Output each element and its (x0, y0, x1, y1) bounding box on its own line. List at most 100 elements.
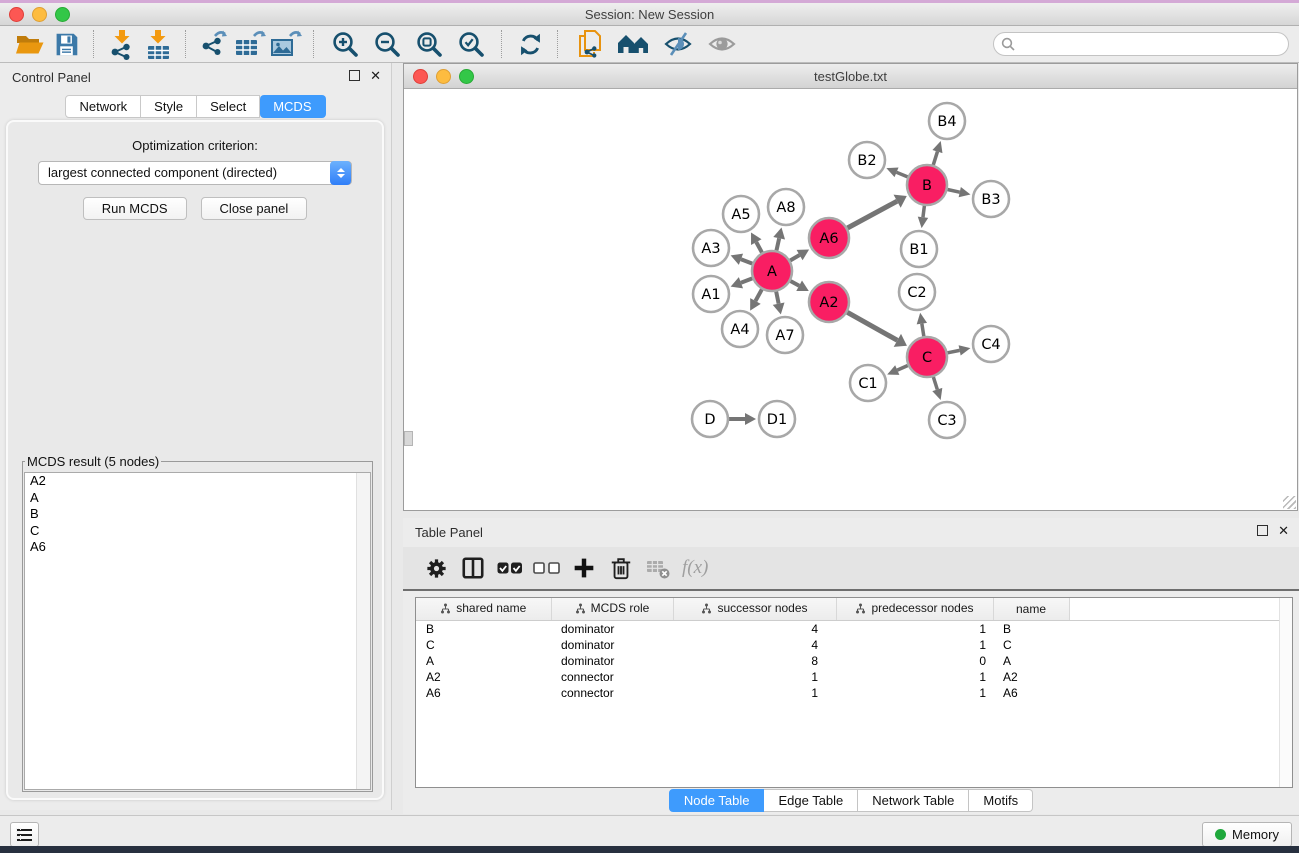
tab-mcds[interactable]: MCDS (260, 95, 325, 118)
show-all-button[interactable] (700, 28, 744, 60)
column-header-shared-name[interactable]: shared name (416, 598, 551, 621)
table-settings-button[interactable] (421, 553, 451, 583)
graph-edge-C-C4[interactable] (948, 350, 960, 352)
graph-node-A8[interactable]: A8 (768, 189, 804, 225)
float-panel-icon[interactable] (349, 70, 360, 81)
mcds-result-item[interactable]: A (25, 490, 370, 507)
column-header-predecessor-nodes[interactable]: predecessor nodes (836, 598, 993, 621)
tab-edge-table[interactable]: Edge Table (764, 789, 858, 812)
graph-node-B3[interactable]: B3 (973, 181, 1009, 217)
graph-node-A4[interactable]: A4 (722, 311, 758, 347)
mcds-result-item[interactable]: B (25, 506, 370, 523)
graph-node-A7[interactable]: A7 (767, 317, 803, 353)
tab-motifs[interactable]: Motifs (969, 789, 1033, 812)
graph-edge-A6-B[interactable] (847, 201, 897, 228)
column-header-name[interactable]: name (993, 598, 1069, 621)
memory-button[interactable]: Memory (1202, 822, 1292, 847)
graph-node-B[interactable]: B (907, 165, 947, 205)
graph-node-A3[interactable]: A3 (693, 230, 729, 266)
run-mcds-button[interactable]: Run MCDS (83, 197, 187, 220)
graph-node-B2[interactable]: B2 (849, 142, 885, 178)
graph-edge-A-A6[interactable] (790, 255, 799, 260)
graph-edge-A2-C[interactable] (847, 312, 897, 340)
delete-table-button[interactable] (643, 553, 673, 583)
graph-node-C4[interactable]: C4 (973, 326, 1009, 362)
export-image-button[interactable] (268, 28, 304, 60)
create-new-column-button[interactable] (569, 553, 599, 583)
graph-node-A6[interactable]: A6 (809, 218, 849, 258)
graph-node-D1[interactable]: D1 (759, 401, 795, 437)
show-columns-button[interactable] (458, 553, 488, 583)
first-neighbors-button[interactable] (612, 28, 656, 60)
panel-resize-handle[interactable] (404, 431, 413, 446)
graph-node-C1[interactable]: C1 (850, 365, 886, 401)
export-network-button[interactable] (196, 28, 232, 60)
graph-node-B1[interactable]: B1 (901, 231, 937, 267)
graph-edge-A-A8[interactable] (776, 238, 779, 250)
graph-edge-C-C2[interactable] (922, 324, 924, 337)
mcds-result-item[interactable]: A2 (25, 473, 370, 490)
graph-node-A2[interactable]: A2 (809, 282, 849, 322)
graph-edge-A-A7[interactable] (776, 292, 778, 304)
open-file-button[interactable] (12, 28, 48, 60)
graph-edge-B-B2[interactable] (897, 172, 908, 177)
zoom-selected-button[interactable] (450, 28, 492, 60)
zoom-out-button[interactable] (366, 28, 408, 60)
tab-network-table[interactable]: Network Table (858, 789, 969, 812)
table-row[interactable]: Bdominator41B (416, 621, 1284, 638)
graph-edge-A-A2[interactable] (790, 281, 799, 286)
import-network-button[interactable] (104, 28, 140, 60)
delete-columns-button[interactable] (606, 553, 636, 583)
tab-node-table[interactable]: Node Table (669, 789, 765, 812)
import-table-button[interactable] (140, 28, 176, 60)
tab-select[interactable]: Select (197, 95, 260, 118)
graph-node-C2[interactable]: C2 (899, 274, 935, 310)
show-panels-menu-button[interactable] (10, 822, 39, 847)
graph-edge-B-B3[interactable] (948, 189, 960, 192)
zoom-in-button[interactable] (324, 28, 366, 60)
graph-edge-A-A5[interactable] (756, 242, 762, 252)
graph-edge-A-A3[interactable] (741, 259, 752, 263)
graph-edge-A-A4[interactable] (755, 289, 761, 301)
column-header-successor-nodes[interactable]: successor nodes (673, 598, 836, 621)
graph-node-A[interactable]: A (752, 251, 792, 291)
graph-edge-B-B1[interactable] (923, 206, 924, 217)
zoom-fit-button[interactable] (408, 28, 450, 60)
graph-edge-C-C3[interactable] (933, 377, 937, 389)
graph-node-D[interactable]: D (692, 401, 728, 437)
deselect-all-button[interactable] (532, 553, 562, 583)
select-all-button[interactable] (495, 553, 525, 583)
export-table-button[interactable] (232, 28, 268, 60)
result-scrollbar[interactable] (356, 473, 370, 789)
refresh-layout-button[interactable] (512, 28, 548, 60)
column-header-mcds-role[interactable]: MCDS role (551, 598, 673, 621)
create-network-from-document-button[interactable] (568, 28, 612, 60)
network-canvas[interactable]: A A1 A2 A3 A4 A5 A6 A7 A8 B B1 B2 B3 B4 C C1 C2 C3 C4 D D1 (404, 89, 1297, 510)
close-panel-button[interactable]: Close panel (201, 197, 308, 220)
mcds-result-item[interactable]: C (25, 523, 370, 540)
graph-node-A1[interactable]: A1 (693, 276, 729, 312)
tab-network[interactable]: Network (65, 95, 141, 118)
table-row[interactable]: A6connector11A6 (416, 685, 1284, 701)
graph-node-C[interactable]: C (907, 337, 947, 377)
graph-edge-B-B4[interactable] (933, 152, 937, 165)
close-table-panel-icon[interactable]: ✕ (1278, 526, 1289, 536)
table-row[interactable]: Cdominator41C (416, 637, 1284, 653)
window-resize-grip[interactable] (1283, 496, 1296, 509)
float-table-panel-icon[interactable] (1257, 525, 1268, 536)
table-row[interactable]: A2connector11A2 (416, 669, 1284, 685)
close-panel-icon[interactable]: ✕ (370, 71, 381, 81)
search-input[interactable] (993, 32, 1289, 56)
tab-style[interactable]: Style (141, 95, 197, 118)
hide-selected-button[interactable] (656, 28, 700, 60)
graph-node-B4[interactable]: B4 (929, 103, 965, 139)
save-session-button[interactable] (48, 28, 84, 60)
table-row[interactable]: Adominator80A (416, 653, 1284, 669)
graph-node-A5[interactable]: A5 (723, 196, 759, 232)
graph-edge-A-A1[interactable] (741, 278, 752, 282)
mcds-result-item[interactable]: A6 (25, 539, 370, 556)
criterion-dropdown[interactable]: largest connected component (directed) (38, 161, 352, 185)
graph-node-C3[interactable]: C3 (929, 402, 965, 438)
graph-edge-C-C1[interactable] (897, 365, 908, 370)
function-builder-button[interactable]: f(x) (682, 557, 708, 579)
